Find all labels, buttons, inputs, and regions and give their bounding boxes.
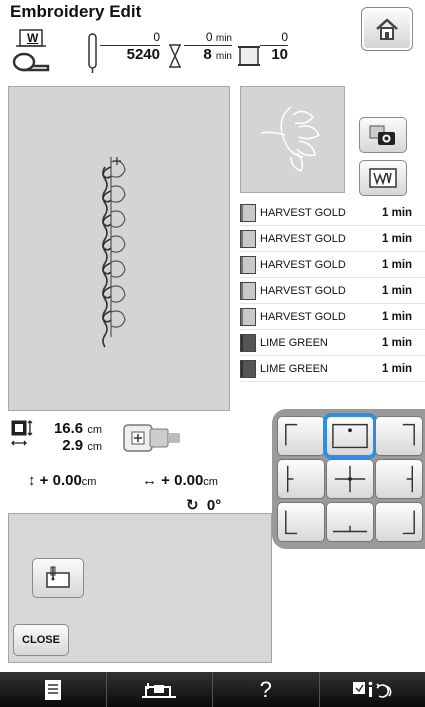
position-top-left-button[interactable] — [277, 416, 325, 456]
color-count: 0 10 — [260, 30, 288, 63]
position-middle-left-button[interactable] — [277, 459, 325, 499]
thread-row[interactable]: HARVEST GOLD 1 min — [240, 226, 425, 252]
position-top-right-button[interactable] — [375, 416, 423, 456]
page-title: Embroidery Edit — [10, 2, 142, 21]
time-total: 8 — [203, 46, 212, 63]
thread-spool-icon — [240, 307, 256, 326]
thread-spool-icon — [240, 229, 256, 248]
thread-name: HARVEST GOLD — [260, 206, 346, 219]
time-unit-total: min — [215, 51, 232, 62]
settings-info-icon — [353, 681, 392, 698]
thumbnail-image — [260, 106, 320, 172]
camera-button[interactable] — [359, 117, 407, 153]
position-center-icon — [334, 465, 366, 493]
thread-time: 1 min — [382, 232, 413, 245]
thread-time: 1 min — [382, 284, 413, 297]
sewing-machine-button[interactable] — [107, 672, 213, 707]
close-button[interactable]: CLOSE — [13, 624, 69, 656]
thread-spool-icon — [240, 333, 256, 352]
help-button[interactable]: ? — [213, 672, 320, 707]
position-bottom-right-button[interactable] — [375, 502, 423, 542]
thread-spool-icon — [240, 203, 256, 222]
thread-name: HARVEST GOLD — [260, 232, 346, 245]
rotate-icon: ↻ — [186, 497, 199, 514]
thread-row[interactable]: HARVEST GOLD 1 min — [240, 304, 425, 330]
home-button[interactable] — [361, 7, 413, 51]
thread-name: HARVEST GOLD — [260, 310, 346, 323]
thread-time: 1 min — [382, 258, 413, 271]
embroidery-design — [102, 157, 126, 348]
thread-time: 1 min — [382, 206, 413, 219]
stitch-simulator-icon — [369, 168, 397, 188]
bottom-toolbar: ? — [0, 672, 425, 707]
starting-point-icon — [46, 566, 70, 588]
thread-spool-icon — [240, 359, 256, 378]
embroidery-preview[interactable] — [8, 86, 230, 411]
starting-point-button[interactable] — [32, 558, 84, 598]
thread-row[interactable]: LIME GREEN 1 min — [240, 330, 425, 356]
color-count-total: 10 — [271, 46, 288, 63]
position-bottom-left-icon — [285, 510, 298, 535]
time-unit-current: min — [215, 33, 232, 44]
thread-name: LIME GREEN — [260, 362, 328, 375]
design-thumbnail — [240, 86, 345, 193]
home-icon — [376, 18, 398, 40]
thread-spool-icon — [238, 46, 260, 66]
position-middle-right-icon — [406, 465, 414, 493]
position-middle-right-button[interactable] — [375, 459, 423, 499]
thread-time: 1 min — [382, 336, 413, 349]
horizontal-offset: ↔ + 0.00cm — [142, 472, 218, 489]
position-middle-left-icon — [286, 465, 294, 493]
thread-name: HARVEST GOLD — [260, 284, 346, 297]
position-bottom-center-button[interactable] — [326, 502, 374, 542]
design-width: 16.6 — [53, 420, 84, 437]
stitch-count: 0 5240 — [100, 30, 160, 63]
position-top-center-button[interactable] — [323, 413, 377, 459]
vertical-arrow-icon: ↕ — [28, 472, 36, 489]
settings-info-button[interactable] — [320, 672, 425, 707]
sewing-machine-icon — [142, 682, 177, 698]
position-top-right-icon — [402, 423, 415, 446]
stitch-count-total: 5240 — [126, 46, 160, 63]
thread-row[interactable]: LIME GREEN 1 min — [240, 356, 425, 382]
thread-time: 1 min — [382, 362, 413, 375]
hourglass-icon — [169, 44, 181, 68]
height-unit: cm — [87, 441, 102, 453]
document-icon — [44, 679, 61, 700]
thread-color-list[interactable]: HARVEST GOLD 1 min HARVEST GOLD 1 min HARVES… — [240, 200, 425, 382]
thread-row[interactable]: HARVEST GOLD 1 min — [240, 252, 425, 278]
presser-foot-letter: W — [27, 31, 39, 45]
stitch-simulator-button[interactable] — [359, 160, 407, 196]
color-count-current: 0 — [260, 30, 288, 46]
camera-icon — [369, 125, 395, 145]
position-bottom-center-icon — [332, 525, 368, 533]
hoop-icon — [123, 424, 180, 452]
design-size: 16.6 cm 2.9 cm — [40, 420, 102, 454]
position-bottom-right-icon — [402, 510, 415, 535]
sewing-time: 0 min 8 min — [184, 30, 232, 63]
thread-spool-icon — [240, 281, 256, 300]
thread-spool-icon — [240, 255, 256, 274]
thread-row[interactable]: HARVEST GOLD 1 min — [240, 200, 425, 226]
thread-time: 1 min — [382, 310, 413, 323]
design-height: 2.9 — [62, 437, 84, 454]
position-top-left-icon — [285, 423, 298, 446]
thread-name: HARVEST GOLD — [260, 258, 346, 271]
stitch-count-current: 0 — [100, 30, 160, 46]
position-bottom-left-button[interactable] — [277, 502, 325, 542]
status-bar: W 0 5240 0 min 8 min 0 10 — [10, 28, 344, 78]
thread-name: LIME GREEN — [260, 336, 328, 349]
pattern-list-button[interactable] — [0, 672, 107, 707]
rotation-angle: ↻ 0° — [186, 497, 222, 514]
hoop-indicator — [122, 421, 198, 455]
width-unit: cm — [87, 424, 102, 436]
position-top-center-icon — [332, 423, 368, 449]
time-current: 0 — [205, 30, 213, 44]
position-center-button[interactable] — [326, 459, 374, 499]
thread-row[interactable]: HARVEST GOLD 1 min — [240, 278, 425, 304]
vertical-offset: ↕ + 0.00cm — [28, 472, 97, 489]
horizontal-arrow-icon: ↔ — [142, 472, 157, 489]
size-icon — [11, 420, 33, 446]
